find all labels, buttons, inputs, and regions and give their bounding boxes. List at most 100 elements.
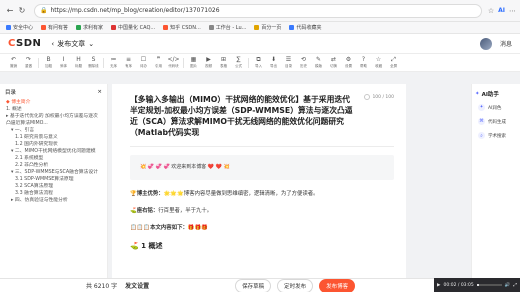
redo-button[interactable]: ↷ 重做: [21, 56, 36, 69]
unordered-list-button[interactable]: ≔ 无序: [106, 56, 121, 69]
bookmark-item[interactable]: 知乎 CSDN...: [163, 24, 201, 31]
save-draft-button[interactable]: 保存草稿: [235, 278, 272, 292]
toc-item[interactable]: ▸ 四、仿真验证与性能分析: [3, 197, 104, 204]
editor-area[interactable]: 【多输入多输出（MIMO）干扰网络的能效优化】基于采用迭代半定规划-加权最小均方…: [112, 84, 406, 278]
toolbar-divider: [38, 57, 39, 68]
fullscreen-icon[interactable]: ⤢: [513, 282, 517, 288]
welcome-card[interactable]: 💥 💞 💞 💞 欢迎来到本博客 ❤️ ❤️ 💥: [130, 155, 394, 180]
toc-item[interactable]: 2.1 系统模型: [3, 155, 104, 162]
toolbar-divider: [103, 57, 104, 68]
video-button[interactable]: ▶ 视频: [201, 56, 216, 69]
toc-item[interactable]: 1. 概述: [3, 106, 104, 113]
image-button[interactable]: ▦ 图片: [186, 56, 201, 69]
contents-paragraph[interactable]: 📋📋📋本文内容如下：🎁🎁🎁: [130, 224, 394, 232]
url-field[interactable]: 🔒 https://mp.csdn.net/mp_blog/creation/e…: [34, 3, 482, 18]
motto-paragraph[interactable]: ⛳️座右铭：行百里者，半于九十。: [130, 207, 394, 215]
bookmark-item[interactable]: 百分一页: [254, 24, 281, 31]
history-button[interactable]: ⟲ 历史: [296, 56, 311, 69]
volume-icon[interactable]: 🔊: [505, 283, 511, 288]
toc-icon: ☰: [285, 56, 292, 63]
star-icon[interactable]: ☆: [488, 7, 494, 15]
close-icon[interactable]: ×: [97, 89, 102, 95]
menu-icon[interactable]: ⋯: [509, 7, 516, 15]
ordered-list-label: 有序: [125, 64, 132, 68]
ai-code-item[interactable]: ⌘ 代码生成: [478, 118, 517, 125]
toc-button[interactable]: ☰ 目录: [281, 56, 296, 69]
toc-item[interactable]: 3.2 SCA算法原理: [3, 183, 104, 190]
quote-icon: ❞: [156, 56, 161, 63]
bookmark-item[interactable]: 有问有答: [41, 24, 68, 31]
article-title[interactable]: 【多输入多输出（MIMO）干扰网络的能效优化】基于采用迭代半定规划-加权最小均方…: [130, 94, 354, 138]
help-button[interactable]: ? 帮助: [356, 56, 371, 69]
ai-search-item[interactable]: ⌕ 学术搜索: [478, 132, 517, 139]
import-button[interactable]: ⧉ 导入: [251, 56, 266, 69]
toc-item[interactable]: 3.1 SDP-WMMSE算法原理: [3, 176, 104, 183]
progress-ring-icon: [364, 94, 371, 100]
toc-item[interactable]: 1.2 国内外研究现状: [3, 141, 104, 148]
heading-label: 标题: [75, 64, 82, 68]
bold-button[interactable]: B 加粗: [41, 56, 56, 69]
code-block-label: 代码块: [168, 64, 179, 68]
undo-button[interactable]: ↶ 撤销: [6, 56, 21, 69]
switch-button[interactable]: ⇄ 切换: [326, 56, 341, 69]
template-button[interactable]: ✎ 模版: [311, 56, 326, 69]
bookmark-item[interactable]: 工作台 - Lu...: [208, 24, 247, 31]
bold-icon: B: [46, 56, 51, 63]
bookmark-item[interactable]: 安全中心: [6, 24, 33, 31]
chevron-left-icon[interactable]: ‹: [51, 40, 54, 48]
avatar[interactable]: [479, 37, 492, 50]
italic-label: 斜体: [60, 64, 67, 68]
italic-icon: I: [62, 56, 65, 63]
ai-polish-icon: ✦: [478, 104, 485, 111]
toc-item[interactable]: ▾ 二、MIMO干扰网络模型优化问题建模: [3, 148, 104, 155]
toc-item[interactable]: ▸ 基于迭代优化的 加权最小均方误差与逐次凸逼近算法MIMO...: [3, 113, 104, 127]
image-icon: ▦: [190, 56, 197, 63]
bookmark-favicon-icon: [289, 25, 295, 30]
ai-panel-title[interactable]: ✦ AI助手: [475, 90, 517, 98]
toc-item[interactable]: ▾ 三、SDP-WMMSE与SCA融合算法设计: [3, 169, 104, 176]
settings-button[interactable]: ⚙ 设置: [341, 56, 356, 69]
italic-button[interactable]: I 斜体: [56, 56, 71, 69]
csdn-logo[interactable]: CSDN: [8, 38, 41, 49]
publish-settings-link[interactable]: 发文设置: [125, 281, 149, 290]
fullscreen-button[interactable]: ⤢ 全屏: [386, 56, 401, 69]
bookmark-item[interactable]: 中国量化 CAQ...: [111, 24, 155, 31]
fullscreen-label: 全屏: [390, 64, 397, 68]
heading-button[interactable]: H 标题: [71, 56, 86, 69]
formula-button[interactable]: ∑ 公式: [231, 56, 246, 69]
redo-label: 重做: [25, 64, 32, 68]
toc-item[interactable]: ◆ 博主简介: [3, 99, 104, 106]
code-block-button[interactable]: </> 代码块: [166, 56, 181, 69]
toc-item[interactable]: 1.1 研究背景与意义: [3, 134, 104, 141]
ordered-list-button[interactable]: ≡ 有序: [121, 56, 136, 69]
chevron-down-icon[interactable]: ⌄: [88, 40, 94, 48]
bookmark-label: 工作台 - Lu...: [215, 25, 247, 31]
table-button[interactable]: ⊞ 表格: [216, 56, 231, 69]
ai-search-icon: ⌕: [478, 132, 485, 139]
browser-ai-button[interactable]: AI: [498, 7, 505, 14]
help-label: 帮助: [360, 64, 367, 68]
play-icon[interactable]: ▶: [437, 283, 440, 288]
player-progress-bar[interactable]: [476, 284, 502, 286]
intro-paragraph[interactable]: 🏆博主优势：🌟🌟🌟博客内容尽量做到思维缜密，逻辑清晰，为了方便读者。: [130, 190, 394, 198]
todo-button[interactable]: ☐ 待办: [136, 56, 151, 69]
export-button[interactable]: ⬇ 导出: [266, 56, 281, 69]
refresh-icon[interactable]: ↻: [16, 5, 28, 17]
formula-label: 公式: [235, 64, 242, 68]
publish-button[interactable]: 发布博客: [319, 278, 356, 292]
redo-icon: ↷: [25, 56, 32, 63]
schedule-publish-button[interactable]: 定时发布: [277, 278, 314, 292]
strikethrough-button[interactable]: S 删除线: [86, 56, 101, 69]
ai-polish-item[interactable]: ✦ AI润色: [478, 104, 517, 111]
section-heading[interactable]: ⛳️ 1 概述: [130, 241, 394, 251]
back-icon[interactable]: ←: [4, 5, 16, 17]
ai-search-label: 学术搜索: [488, 133, 506, 139]
bookmark-item[interactable]: 求利有家: [76, 24, 103, 31]
quote-button[interactable]: ❞ 引用: [151, 56, 166, 69]
messages-link[interactable]: 消息: [500, 39, 512, 48]
bookmark-item[interactable]: 代码收藏夹: [289, 24, 321, 31]
toc-item[interactable]: 3.3 融合算法流程: [3, 190, 104, 197]
toc-item[interactable]: ▾ 一、引言: [3, 127, 104, 134]
toc-item[interactable]: 2.2 非凸性分析: [3, 162, 104, 169]
collect-button[interactable]: ☆ 收藏: [371, 56, 386, 69]
